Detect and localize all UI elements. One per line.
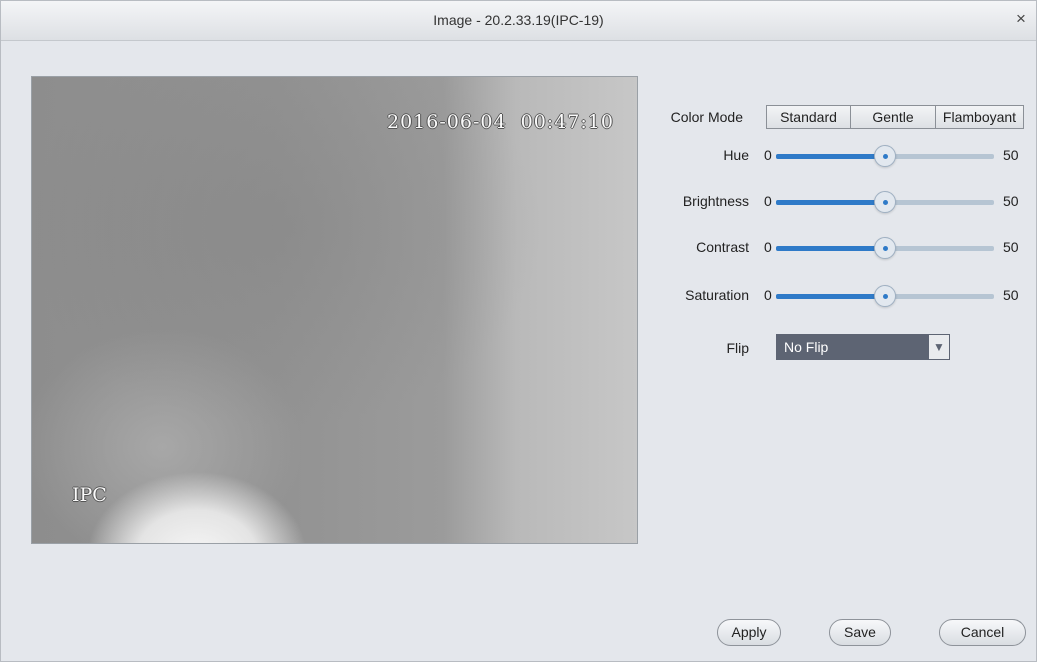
- saturation-slider-fill: [776, 294, 885, 299]
- saturation-value: 50: [1003, 287, 1019, 303]
- chevron-down-icon[interactable]: ▼: [929, 335, 949, 359]
- saturation-slider-thumb[interactable]: [874, 285, 896, 307]
- save-button[interactable]: Save: [829, 619, 891, 646]
- brightness-value: 50: [1003, 193, 1019, 209]
- camera-preview: 2016-06-04 00:47:10 IPC: [31, 76, 638, 544]
- osd-timestamp: 2016-06-04 00:47:10: [387, 111, 614, 133]
- saturation-label: Saturation: [685, 287, 749, 303]
- saturation-slider[interactable]: [776, 285, 994, 307]
- color-mode-gentle-button[interactable]: Gentle: [850, 105, 936, 129]
- cancel-button[interactable]: Cancel: [939, 619, 1026, 646]
- contrast-label: Contrast: [696, 239, 749, 255]
- brightness-slider[interactable]: [776, 191, 994, 213]
- contrast-min-label: 0: [764, 239, 772, 255]
- hue-slider-fill: [776, 154, 885, 159]
- flip-selected-value: No Flip: [784, 339, 829, 355]
- flip-select[interactable]: No Flip ▼: [776, 334, 950, 360]
- brightness-slider-fill: [776, 200, 885, 205]
- contrast-slider[interactable]: [776, 237, 994, 259]
- saturation-min-label: 0: [764, 287, 772, 303]
- color-mode-standard-button[interactable]: Standard: [766, 105, 851, 129]
- hue-label: Hue: [723, 147, 749, 163]
- brightness-label: Brightness: [682, 193, 749, 209]
- image-settings-dialog: Image - 20.2.33.19(IPC-19) × 2016-06-04 …: [0, 0, 1037, 662]
- brightness-slider-thumb[interactable]: [874, 191, 896, 213]
- window-title: Image - 20.2.33.19(IPC-19): [433, 12, 604, 28]
- color-mode-group: Standard Gentle Flamboyant: [766, 105, 1024, 129]
- hue-slider-thumb[interactable]: [874, 145, 896, 167]
- close-icon[interactable]: ×: [1012, 9, 1030, 29]
- hue-value: 50: [1003, 147, 1019, 163]
- apply-button[interactable]: Apply: [717, 619, 781, 646]
- contrast-slider-thumb[interactable]: [874, 237, 896, 259]
- color-mode-label: Color Mode: [670, 109, 743, 125]
- flip-label: Flip: [726, 340, 749, 356]
- brightness-min-label: 0: [764, 193, 772, 209]
- osd-channel-name: IPC: [72, 484, 107, 506]
- title-bar: Image - 20.2.33.19(IPC-19) ×: [1, 1, 1036, 41]
- color-mode-flamboyant-button[interactable]: Flamboyant: [935, 105, 1024, 129]
- hue-min-label: 0: [764, 147, 772, 163]
- hue-slider[interactable]: [776, 145, 994, 167]
- contrast-slider-fill: [776, 246, 885, 251]
- contrast-value: 50: [1003, 239, 1019, 255]
